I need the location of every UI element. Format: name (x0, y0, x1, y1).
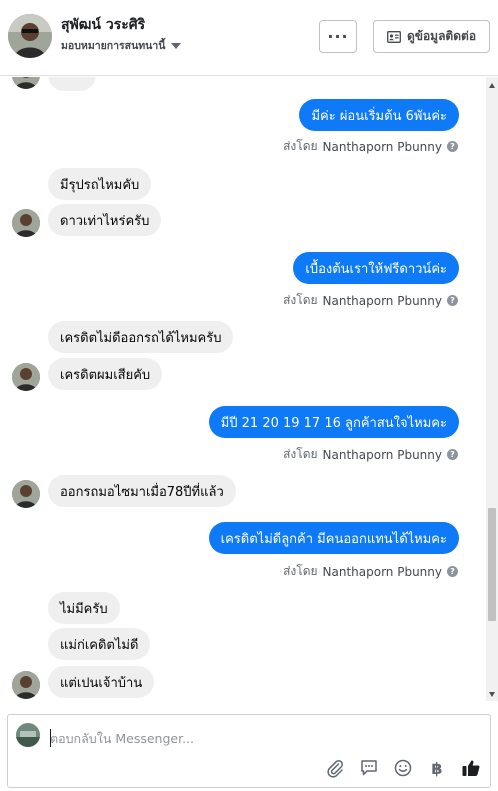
reply-input[interactable] (50, 727, 470, 749)
sent-by-name: Nanthaporn Pbunny (322, 293, 442, 308)
help-icon[interactable]: ? (447, 295, 458, 306)
sent-by-name: Nanthaporn Pbunny (322, 564, 442, 579)
sent-by-name: Nanthaporn Pbunny (322, 447, 442, 462)
incoming-message: ไม่มีครับ (48, 592, 120, 624)
assign-label: มอบหมายการสนทนานี้ (61, 40, 166, 52)
view-contact-info-button[interactable]: ดูข้อมูลติดต่อ (373, 20, 490, 53)
incoming-message: แม่ก่เคดิตไม่ดี (48, 628, 151, 660)
chat-icon[interactable] (358, 757, 380, 779)
help-icon[interactable]: ? (447, 141, 458, 152)
outgoing-message: มีปี 21 20 19 17 16 ลูกค้าสนใจไหมคะ (208, 406, 459, 438)
contact-name[interactable]: สุพัฒน์ วระศิริ (61, 14, 145, 36)
more-icon: ··· (327, 27, 349, 46)
outgoing-message: เบื้องต้นเราให้ฟรีดาวน์ค่ะ (293, 252, 459, 284)
incoming-message: ออกรถมอไซมาเมื่อ78ปีที่แล้ว (48, 475, 236, 507)
sent-by-prefix: ส่งโดย (283, 564, 318, 578)
sent-by-label: ส่งโดย Nanthaporn Pbunny ? (283, 445, 458, 464)
message-thread[interactable]: มีค่ะ ผ่อนเริ่มต้น 6พันค่ะ ส่งโดย Nantha… (0, 77, 486, 701)
info-button-label: ดูข้อมูลติดต่อ (406, 29, 477, 43)
sender-avatar (12, 671, 40, 699)
page-avatar (16, 723, 40, 747)
sent-by-prefix: ส่งโดย (283, 447, 318, 461)
emoji-icon[interactable] (392, 757, 414, 779)
paperclip-icon[interactable] (324, 757, 346, 779)
sent-by-label: ส่งโดย Nanthaporn Pbunny ? (283, 562, 458, 581)
outgoing-message: เครดิตไม่ดีลูกค้า มีคนออกแทนได้ไหมคะ (208, 522, 459, 554)
sent-by-name: Nanthaporn Pbunny (322, 139, 442, 154)
conversation-header: สุพัฒน์ วระศิริ มอบหมายการสนทนานี้ ··· ด… (0, 0, 498, 76)
messenger-conversation: สุพัฒน์ วระศิริ มอบหมายการสนทนานี้ ··· ด… (0, 0, 498, 791)
help-icon[interactable]: ? (447, 449, 458, 460)
contact-card-icon (387, 30, 401, 43)
incoming-message: มีรุปรถไหมคับ (48, 168, 152, 200)
sent-by-label: ส่งโดย Nanthaporn Pbunny ? (283, 291, 458, 310)
sent-by-label: ส่งโดย Nanthaporn Pbunny ? (283, 137, 458, 156)
incoming-message: ดาวเท่าไหร่ครับ (48, 204, 162, 236)
chevron-down-icon (171, 42, 182, 49)
incoming-message: แต่เปนเจ้าบ้าน (48, 666, 155, 698)
outgoing-message: มีค่ะ ผ่อนเริ่มต้น 6พันค่ะ (299, 99, 459, 131)
assign-conversation-dropdown[interactable]: มอบหมายการสนทนานี้ (61, 37, 182, 54)
sender-avatar (12, 209, 40, 237)
scroll-down-arrow[interactable] (489, 692, 495, 697)
scroll-up-arrow[interactable] (489, 83, 495, 88)
sender-avatar (12, 77, 40, 89)
scroll-thumb[interactable] (488, 508, 496, 621)
sender-avatar (12, 480, 40, 508)
baht-icon[interactable]: ฿ (426, 757, 448, 779)
help-icon[interactable]: ? (447, 566, 458, 577)
incoming-message: เครดิตไม่ดีออกรถได้ไหมครับ (48, 321, 234, 353)
incoming-message (48, 77, 96, 91)
incoming-message: เครดิตผมเสียคับ (48, 358, 163, 390)
scrollbar[interactable] (486, 77, 498, 701)
composer-toolbar: ฿ (324, 757, 482, 779)
contact-avatar[interactable] (8, 14, 52, 58)
sent-by-prefix: ส่งโดย (283, 139, 318, 153)
thumbs-up-icon[interactable] (460, 757, 482, 779)
reply-composer: ฿ (7, 714, 491, 788)
more-options-button[interactable]: ··· (319, 20, 357, 53)
baht-symbol: ฿ (431, 758, 443, 778)
sender-avatar (12, 363, 40, 391)
sent-by-prefix: ส่งโดย (283, 293, 318, 307)
